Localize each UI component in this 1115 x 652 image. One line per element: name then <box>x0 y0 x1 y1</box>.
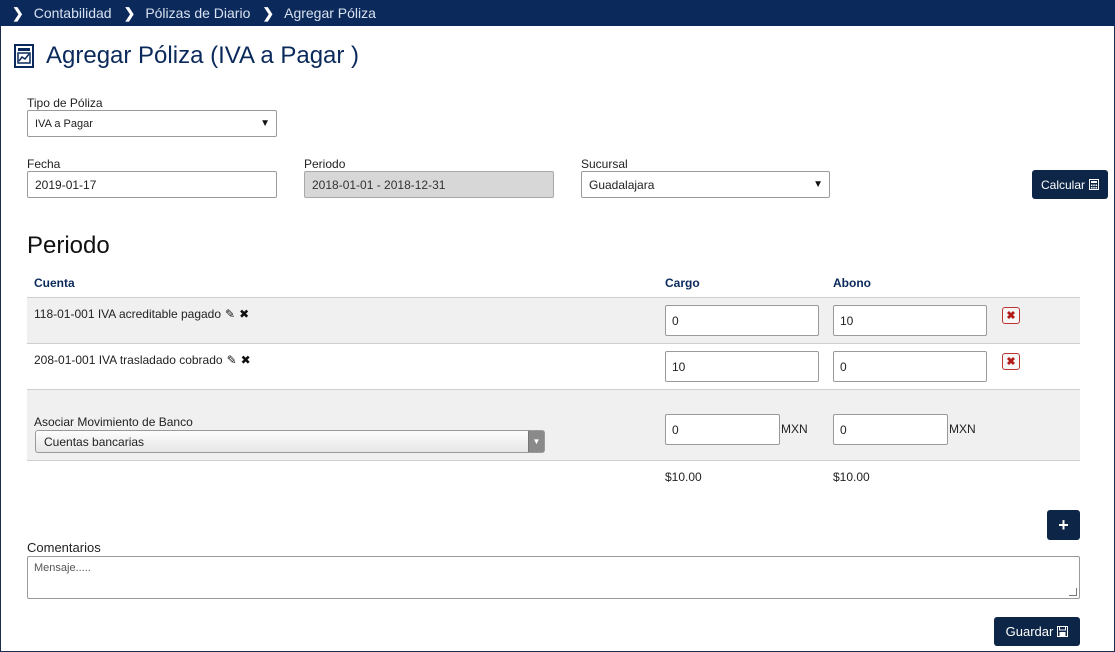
sucursal-label: Sucursal <box>581 157 628 171</box>
periodo-label: Periodo <box>304 157 346 171</box>
guardar-label: Guardar <box>1005 624 1054 639</box>
periodo-section-title: Periodo <box>27 232 110 259</box>
chevron-right-icon: ❯ <box>12 4 24 21</box>
remove-account-icon[interactable]: ✖ <box>241 353 251 367</box>
account-name: 208-01-001 IVA trasladado cobrado <box>34 353 223 367</box>
bank-cargo-input[interactable]: 0 <box>665 414 780 445</box>
calcular-button[interactable]: Calcular <box>1032 170 1108 199</box>
account-cell: 118-01-001 IVA acreditable pagado ✎ ✖ <box>34 307 249 321</box>
calculator-icon <box>1089 179 1099 190</box>
caret-down-icon: ▼ <box>528 431 544 452</box>
document-chart-icon <box>14 44 34 68</box>
add-row-button[interactable]: + <box>1047 510 1080 540</box>
edit-icon[interactable]: ✎ <box>225 307 235 321</box>
bank-movement-label: Asociar Movimiento de Banco <box>34 415 193 429</box>
periodo-value: 2018-01-01 - 2018-12-31 <box>312 177 446 192</box>
close-icon: ✖ <box>1006 310 1016 322</box>
breadcrumb: ❯ Contabilidad ❯ Pólizas de Diario ❯ Agr… <box>0 0 1115 26</box>
cargo-value: 0 <box>672 313 679 328</box>
caret-down-icon: ▼ <box>813 179 823 190</box>
periodo-input: 2018-01-01 - 2018-12-31 <box>304 171 554 198</box>
sucursal-value: Guadalajara <box>589 177 655 192</box>
cargo-value: 10 <box>672 359 686 374</box>
bank-abono-value: 0 <box>840 422 847 437</box>
chevron-right-icon: ❯ <box>123 4 136 21</box>
save-icon <box>1057 626 1069 637</box>
fecha-input[interactable]: 2019-01-17 <box>27 171 277 198</box>
bank-movement-row: Asociar Movimiento de Banco Cuentas banc… <box>27 389 1080 461</box>
abono-value: 0 <box>840 359 847 374</box>
caret-down-icon: ▼ <box>260 118 270 129</box>
abono-value: 10 <box>840 313 854 328</box>
breadcrumb-agregar-poliza[interactable]: Agregar Póliza <box>284 5 376 21</box>
tipo-poliza-label: Tipo de Póliza <box>27 96 103 110</box>
table-row: 118-01-001 IVA acreditable pagado ✎ ✖ 0 … <box>27 297 1080 343</box>
calcular-label: Calcular <box>1040 177 1085 192</box>
bank-accounts-select[interactable]: Cuentas bancarias ▼ <box>35 430 545 453</box>
sucursal-select[interactable]: Guadalajara ▼ <box>581 171 830 198</box>
table-row: 208-01-001 IVA trasladado cobrado ✎ ✖ 10… <box>27 343 1080 389</box>
comentarios-label: Comentarios <box>27 540 101 555</box>
abono-input[interactable]: 10 <box>833 305 987 336</box>
bank-cargo-value: 0 <box>672 422 679 437</box>
column-header-cuenta: Cuenta <box>34 276 75 290</box>
tipo-poliza-select[interactable]: IVA a Pagar ▼ <box>27 110 277 137</box>
guardar-button[interactable]: Guardar <box>994 617 1080 646</box>
fecha-value: 2019-01-17 <box>35 177 97 192</box>
comentarios-textarea[interactable]: Mensaje..... <box>27 556 1080 599</box>
column-header-abono: Abono <box>833 276 871 290</box>
total-abono: $10.00 <box>833 470 870 484</box>
bank-abono-input[interactable]: 0 <box>833 414 948 445</box>
cargo-currency: MXN <box>781 422 808 436</box>
tipo-poliza-value: IVA a Pagar <box>35 117 93 130</box>
resize-grip-icon[interactable] <box>1069 588 1077 596</box>
total-cargo: $10.00 <box>665 470 702 484</box>
edit-icon[interactable]: ✎ <box>227 353 237 367</box>
account-cell: 208-01-001 IVA trasladado cobrado ✎ ✖ <box>34 353 251 367</box>
bank-accounts-value: Cuentas bancarias <box>44 434 145 449</box>
delete-row-button[interactable]: ✖ <box>1002 307 1020 324</box>
close-icon: ✖ <box>1006 356 1016 368</box>
delete-row-button[interactable]: ✖ <box>1002 353 1020 370</box>
account-name: 118-01-001 IVA acreditable pagado <box>34 307 222 321</box>
column-header-cargo: Cargo <box>665 276 700 290</box>
breadcrumb-contabilidad[interactable]: Contabilidad <box>34 5 112 21</box>
chevron-right-icon: ❯ <box>262 4 275 21</box>
fecha-label: Fecha <box>27 157 61 171</box>
plus-icon: + <box>1058 514 1069 535</box>
page-title: Agregar Póliza (IVA a Pagar ) <box>46 42 360 69</box>
breadcrumb-polizas-diario[interactable]: Pólizas de Diario <box>145 5 250 21</box>
abono-input[interactable]: 0 <box>833 351 987 382</box>
remove-account-icon[interactable]: ✖ <box>239 307 249 321</box>
cargo-input[interactable]: 0 <box>665 305 819 336</box>
page-header: Agregar Póliza (IVA a Pagar ) <box>14 42 359 70</box>
comentarios-placeholder: Mensaje..... <box>34 562 91 574</box>
abono-currency: MXN <box>949 422 976 436</box>
cargo-input[interactable]: 10 <box>665 351 819 382</box>
